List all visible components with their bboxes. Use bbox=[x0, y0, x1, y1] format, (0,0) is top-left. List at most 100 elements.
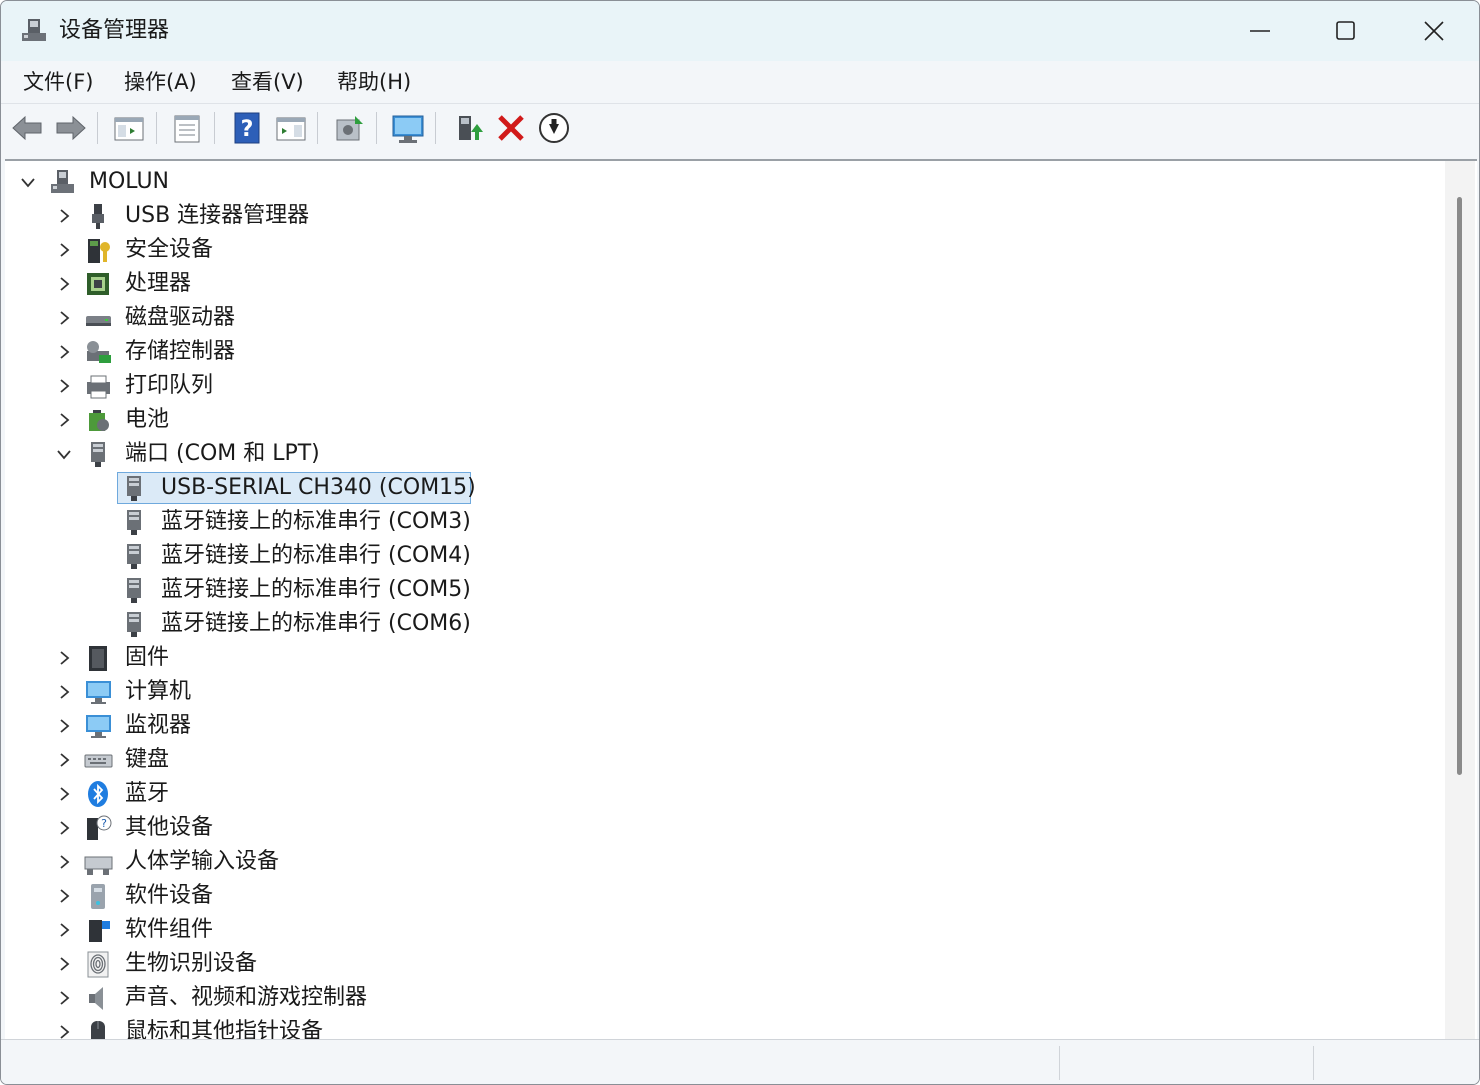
chevron-right-icon[interactable] bbox=[55, 853, 73, 871]
help-button[interactable]: ? bbox=[229, 110, 265, 146]
software-component-icon bbox=[89, 920, 110, 942]
tree-category[interactable]: 蓝牙 bbox=[5, 777, 1435, 811]
chevron-right-icon[interactable] bbox=[55, 241, 73, 259]
properties-button[interactable] bbox=[169, 110, 205, 146]
tree-category[interactable]: 安全设备 bbox=[5, 233, 1435, 267]
scan-hardware-changes-icon bbox=[392, 115, 424, 143]
device-tree[interactable]: MOLUN USB 连接器管理器安全设备处理器 磁盘驱动器存储控制器打印队列 电池 端口… bbox=[5, 159, 1477, 1041]
back-arrow-icon bbox=[12, 115, 42, 141]
minimize-button[interactable] bbox=[1217, 1, 1303, 61]
enable-device-button[interactable] bbox=[451, 110, 487, 146]
chevron-right-icon[interactable] bbox=[55, 377, 73, 395]
chevron-down-icon[interactable] bbox=[55, 445, 73, 463]
chevron-right-icon[interactable] bbox=[55, 819, 73, 837]
tree-item-label: 安全设备 bbox=[125, 237, 214, 262]
chevron-right-icon[interactable] bbox=[55, 717, 73, 735]
chevron-right-icon[interactable] bbox=[55, 309, 73, 327]
close-icon bbox=[1424, 21, 1444, 41]
disable-device-button[interactable] bbox=[536, 110, 572, 146]
chevron-right-icon[interactable] bbox=[55, 275, 73, 293]
tree-category[interactable]: 计算机 bbox=[5, 675, 1435, 709]
maximize-button[interactable] bbox=[1303, 1, 1389, 61]
serial-port-icon bbox=[127, 544, 141, 569]
tree-item-label: 蓝牙 bbox=[125, 781, 170, 806]
chevron-right-icon[interactable] bbox=[55, 343, 73, 361]
tree-category[interactable]: 软件组件 bbox=[5, 913, 1435, 947]
security-key-icon bbox=[88, 239, 110, 263]
tree-category[interactable]: 存储控制器 bbox=[5, 335, 1435, 369]
disk-drive-icon bbox=[86, 316, 111, 326]
chevron-down-icon[interactable] bbox=[19, 173, 37, 191]
tree-category[interactable]: 声音、视频和游戏控制器 bbox=[5, 981, 1435, 1015]
svg-text:?: ? bbox=[241, 117, 254, 142]
chevron-right-icon[interactable] bbox=[55, 649, 73, 667]
update-driver-icon bbox=[336, 116, 363, 141]
forward-button[interactable] bbox=[53, 110, 89, 146]
tree-item-label: 鼠标和其他指针设备 bbox=[125, 1019, 324, 1041]
tree-device[interactable]: 蓝牙链接上的标准串行 (COM6) bbox=[5, 607, 1435, 641]
tree-category[interactable]: 磁盘驱动器 bbox=[5, 301, 1435, 335]
tree-category[interactable]: 软件设备 bbox=[5, 879, 1435, 913]
tree-device[interactable]: 蓝牙链接上的标准串行 (COM3) bbox=[5, 505, 1435, 539]
close-button[interactable] bbox=[1391, 1, 1477, 61]
chevron-right-icon[interactable] bbox=[55, 785, 73, 803]
chevron-right-icon[interactable] bbox=[55, 921, 73, 939]
status-divider bbox=[1059, 1046, 1060, 1080]
help-icon: ? bbox=[234, 112, 260, 144]
back-button[interactable] bbox=[9, 110, 45, 146]
tree-category[interactable]: USB 连接器管理器 bbox=[5, 199, 1435, 233]
tree-category[interactable]: 打印队列 bbox=[5, 369, 1435, 403]
show-action-pane-button[interactable] bbox=[273, 110, 309, 146]
show-hide-console-tree-button[interactable] bbox=[111, 110, 147, 146]
tree-category[interactable]: ? 其他设备 bbox=[5, 811, 1435, 845]
tree-category[interactable]: 鼠标和其他指针设备 bbox=[5, 1015, 1435, 1041]
speaker-icon bbox=[89, 987, 103, 1010]
tree-category[interactable]: 键盘 bbox=[5, 743, 1435, 777]
tree-item-label: 存储控制器 bbox=[125, 339, 236, 364]
chevron-right-icon[interactable] bbox=[55, 683, 73, 701]
tree-device[interactable]: 蓝牙链接上的标准串行 (COM4) bbox=[5, 539, 1435, 573]
update-driver-button[interactable] bbox=[331, 110, 367, 146]
show-hide-console-tree-icon bbox=[114, 117, 144, 141]
menu-bar: 文件(F) 操作(A) 查看(V) 帮助(H) bbox=[1, 61, 1479, 103]
tree-item-label: USB-SERIAL CH340 (COM15) bbox=[161, 475, 476, 500]
toolbar-separator bbox=[435, 112, 436, 144]
toolbar: ? bbox=[1, 103, 1479, 150]
tree-category[interactable]: 固件 bbox=[5, 641, 1435, 675]
status-divider bbox=[1313, 1046, 1314, 1080]
tree-category[interactable]: 电池 bbox=[5, 403, 1435, 437]
chevron-right-icon[interactable] bbox=[55, 751, 73, 769]
scrollbar-thumb[interactable] bbox=[1457, 197, 1462, 775]
vertical-scrollbar[interactable] bbox=[1445, 161, 1475, 1041]
tree-item-label: 蓝牙链接上的标准串行 (COM3) bbox=[161, 509, 471, 534]
tree-category[interactable]: 生物识别设备 bbox=[5, 947, 1435, 981]
hid-icon bbox=[84, 856, 113, 875]
show-action-pane-icon bbox=[276, 117, 306, 141]
chevron-right-icon[interactable] bbox=[55, 207, 73, 225]
tree-category[interactable]: 处理器 bbox=[5, 267, 1435, 301]
serial-port-icon bbox=[127, 578, 141, 603]
tree-category[interactable]: 人体学输入设备 bbox=[5, 845, 1435, 879]
tree-category[interactable]: 监视器 bbox=[5, 709, 1435, 743]
scan-hardware-changes-button[interactable] bbox=[390, 110, 426, 146]
title-bar[interactable]: 设备管理器 bbox=[1, 1, 1479, 61]
menu-action[interactable]: 操作(A) bbox=[122, 68, 199, 96]
tree-device-selected[interactable]: USB-SERIAL CH340 (COM15) bbox=[5, 471, 1435, 505]
chevron-right-icon[interactable] bbox=[55, 411, 73, 429]
tree-category[interactable]: 端口 (COM 和 LPT) bbox=[5, 437, 1435, 471]
chevron-right-icon[interactable] bbox=[55, 989, 73, 1007]
chevron-right-icon[interactable] bbox=[55, 887, 73, 905]
tree-root[interactable]: MOLUN bbox=[5, 165, 1435, 199]
tree-device[interactable]: 蓝牙链接上的标准串行 (COM5) bbox=[5, 573, 1435, 607]
tree-item-label: 其他设备 bbox=[125, 815, 214, 840]
menu-view[interactable]: 查看(V) bbox=[229, 68, 306, 96]
disable-device-icon bbox=[539, 113, 569, 143]
chevron-right-icon[interactable] bbox=[55, 955, 73, 973]
menu-help[interactable]: 帮助(H) bbox=[335, 68, 413, 96]
menu-file[interactable]: 文件(F) bbox=[21, 68, 95, 96]
uninstall-device-button[interactable] bbox=[493, 110, 529, 146]
mouse-icon bbox=[91, 1021, 105, 1041]
bluetooth-icon bbox=[88, 781, 108, 807]
monitor-computer-icon bbox=[86, 681, 111, 704]
tree-item-label: 声音、视频和游戏控制器 bbox=[125, 985, 368, 1010]
